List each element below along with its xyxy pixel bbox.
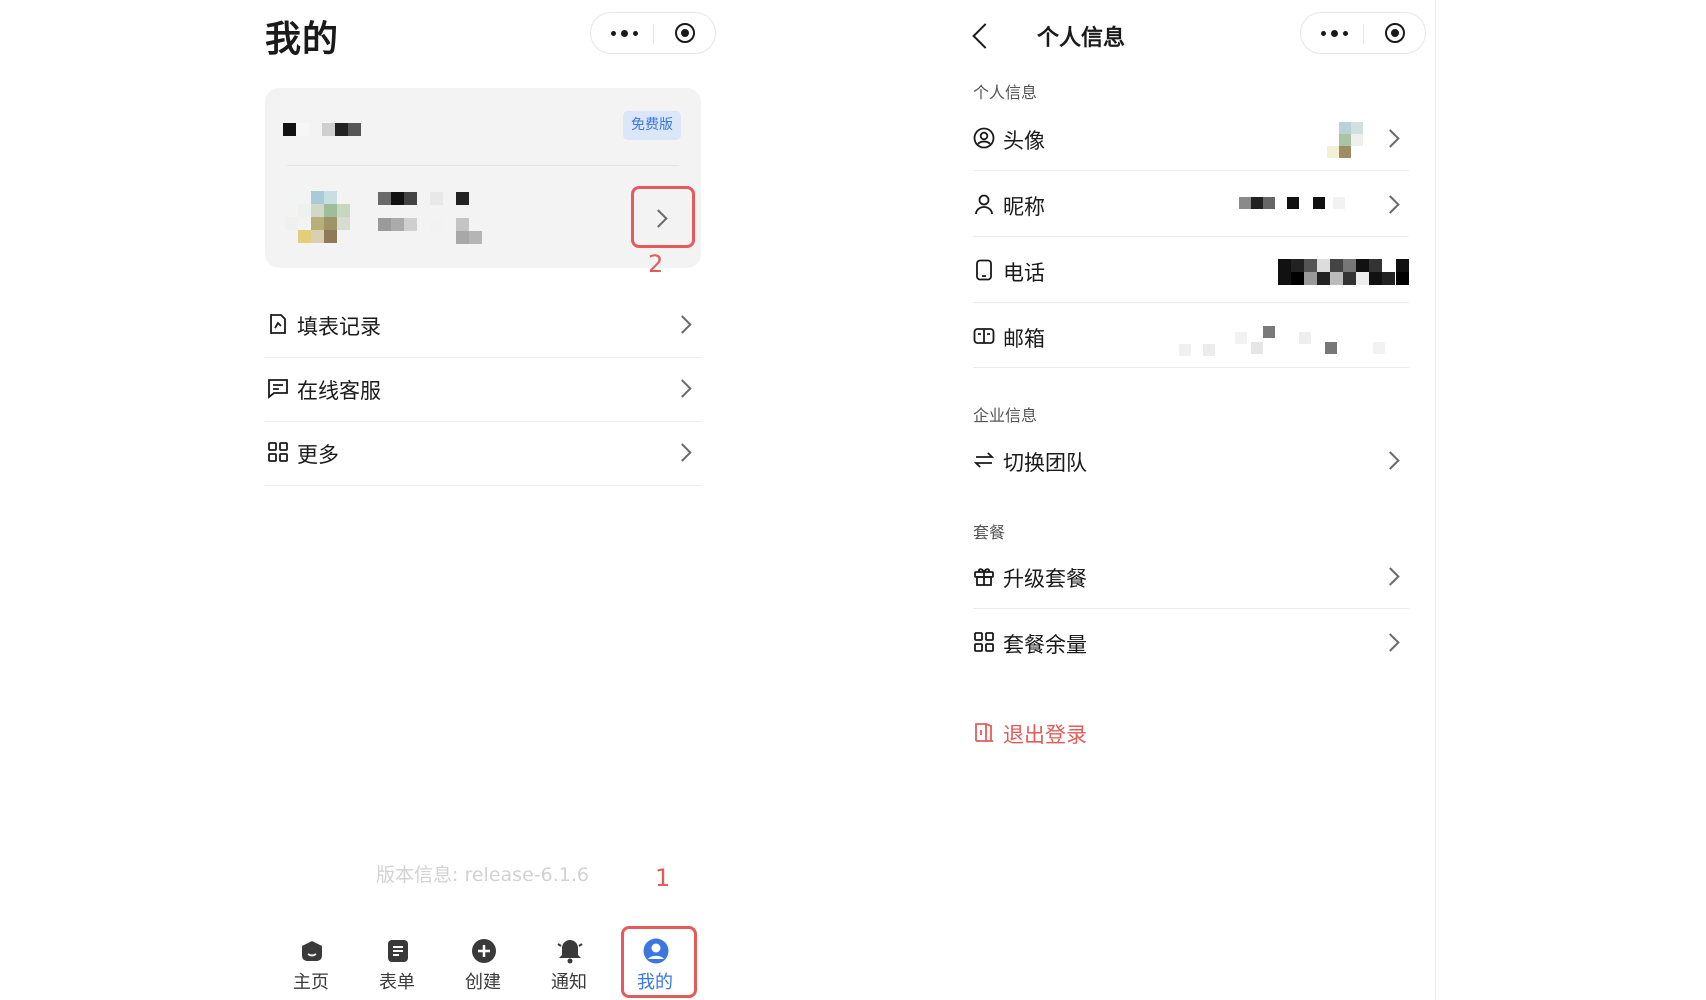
tab-forms[interactable]: 表单 (362, 930, 432, 1000)
close-target-icon[interactable] (1385, 23, 1405, 43)
bell-icon (557, 940, 583, 964)
logout-button[interactable]: 退出登录 (973, 700, 1409, 764)
row-switch-team[interactable]: 切换团队 (973, 428, 1409, 492)
chat-icon (268, 379, 288, 399)
mail-icon (973, 328, 995, 344)
my-page: 我的 免费版 2 填表记录 在线客服 更多 版本信息: release-6.1.… (0, 0, 727, 1000)
row-upgrade-plan[interactable]: 升级套餐 (973, 544, 1409, 609)
annotation-number-2: 2 (648, 250, 664, 278)
miniprogram-capsule (590, 12, 716, 54)
chevron-right-icon (1381, 129, 1400, 148)
avatar-circle-icon (973, 127, 995, 149)
home-icon (302, 941, 322, 961)
row-nickname[interactable]: 昵称 (973, 172, 1409, 237)
tab-label: 通知 (551, 972, 587, 993)
chevron-right-icon (673, 379, 692, 398)
plus-circle-icon (472, 939, 496, 963)
row-phone[interactable]: 电话 (973, 238, 1409, 303)
miniprogram-capsule (1300, 12, 1426, 54)
chevron-right-icon (1381, 567, 1400, 586)
menu-item-form-records[interactable]: 填表记录 (265, 294, 701, 358)
section-enterprise: 企业信息 (973, 406, 1038, 425)
panel-divider (1435, 0, 1436, 1000)
menu-item-online-service[interactable]: 在线客服 (265, 358, 701, 422)
menu-item-label: 更多 (297, 443, 339, 467)
section-plan: 套餐 (973, 523, 1006, 542)
phone-icon (976, 259, 992, 281)
tab-label: 表单 (379, 972, 415, 993)
menu-item-label: 填表记录 (297, 315, 381, 339)
redacted-name (283, 123, 296, 136)
chevron-right-icon (673, 315, 692, 334)
door-exit-icon (975, 723, 993, 742)
personal-info-page: 个人信息 个人信息 头像 昵称 电话 邮箱 企业信息 切换团队 套餐 升级套餐 … (727, 0, 1435, 1000)
menu-item-more[interactable]: 更多 (265, 422, 701, 486)
row-avatar[interactable]: 头像 (973, 106, 1409, 171)
chevron-right-icon (1381, 451, 1400, 470)
row-label: 升级套餐 (1003, 567, 1087, 591)
tab-create[interactable]: 创建 (448, 930, 518, 1000)
annotation-box-2 (631, 186, 695, 248)
chevron-right-icon (1381, 633, 1400, 652)
row-email[interactable]: 邮箱 (973, 304, 1409, 368)
tab-notifications[interactable]: 通知 (534, 930, 604, 1000)
swap-icon (973, 452, 995, 468)
section-personal: 个人信息 (973, 83, 1038, 102)
grid-icon (268, 442, 288, 462)
menu-item-label: 在线客服 (297, 379, 381, 403)
close-target-icon[interactable] (675, 23, 695, 43)
page-title: 我的 (265, 19, 340, 60)
gift-icon (974, 568, 994, 586)
tab-label: 创建 (465, 972, 501, 993)
annotation-box-1 (621, 926, 697, 998)
form-record-icon (270, 314, 286, 334)
tab-label: 主页 (293, 972, 329, 993)
row-label: 切换团队 (1003, 451, 1087, 475)
annotation-number-1: 1 (655, 864, 671, 892)
form-icon (388, 940, 408, 962)
chevron-right-icon (1381, 195, 1400, 214)
grid-icon (974, 632, 994, 652)
row-label: 电话 (1003, 261, 1045, 285)
row-label: 邮箱 (1003, 327, 1045, 351)
row-label: 昵称 (1003, 195, 1045, 219)
chevron-right-icon (673, 443, 692, 462)
row-plan-remaining[interactable]: 套餐余量 (973, 610, 1409, 674)
more-dots-icon[interactable] (1321, 30, 1349, 37)
more-dots-icon[interactable] (611, 30, 639, 37)
tab-home[interactable]: 主页 (276, 930, 346, 1000)
person-icon (975, 194, 993, 215)
logout-label: 退出登录 (1003, 723, 1087, 747)
row-label: 套餐余量 (1003, 633, 1087, 657)
plan-badge: 免费版 (623, 111, 681, 140)
row-label: 头像 (1003, 129, 1045, 153)
